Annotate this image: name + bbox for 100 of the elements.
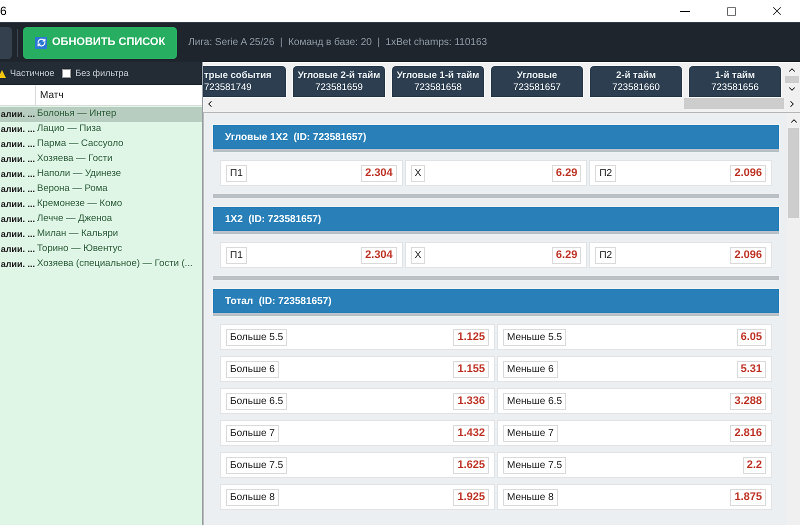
table-cell-text: Лечче — Дженоа [37, 212, 112, 226]
section-header: Угловые 1X2 (ID: 723581657) [213, 125, 779, 152]
table-cell-text: Парма — Сассуоло [37, 137, 124, 152]
info-text: Лига: Serie A 25/26 | Команд в базе: 20 | 1xBet champs: 110163 [188, 36, 488, 50]
table-cell-text: Лацио — Пиза [37, 122, 102, 136]
market-tab[interactable]: трые события 723581749 [203, 66, 286, 97]
table-cell-text: Хозяева (специальное) — Гости (... [37, 257, 193, 272]
market-tab[interactable]: Угловые 2-й тайм 723581659 [293, 66, 385, 97]
outcome-label: Больше 6.5 [226, 392, 288, 410]
outcome-label: Меньше 6.5 [503, 392, 566, 410]
outcome-label: X [410, 164, 426, 182]
odds-value: 5.31 [736, 360, 766, 378]
section-header: Тотал (ID: 723581657) [213, 289, 779, 316]
odds-value: 2.816 [730, 424, 766, 442]
odds-cell[interactable]: Больше 8 1.925 [220, 484, 495, 510]
market-tab[interactable]: Угловые 1-й тайм 723581658 [392, 66, 484, 97]
odds-value: 1.625 [453, 456, 489, 474]
outcome-label: Больше 7 [226, 424, 279, 442]
odds-cell[interactable]: Меньше 5.5 6.05 [497, 324, 772, 350]
table-cell-text: алии. ... [0, 212, 36, 226]
section-header: 1X2 (ID: 723581657) [213, 207, 779, 234]
odds-cell[interactable]: Больше 6 1.155 [220, 356, 495, 382]
filter-label: Без фильтра [75, 66, 128, 80]
outcome-label: П2 [595, 246, 616, 264]
scroll-thumb[interactable] [784, 76, 798, 83]
odds-value: 2.096 [730, 164, 766, 182]
odds-cell[interactable]: П1 2.304 [220, 242, 403, 268]
table-cell-text: алии. ... [0, 122, 36, 136]
odds-cell[interactable]: Больше 7.5 1.625 [220, 452, 495, 478]
odds-value: 1.875 [730, 488, 766, 506]
odds-value: 1.336 [453, 392, 489, 410]
minimize-icon [680, 10, 690, 12]
table-cell-text: алии. ... [0, 152, 36, 166]
table-row[interactable]: алии. ... Болонья — Интер [0, 107, 202, 122]
outcome-label: П1 [226, 246, 247, 264]
outcome-label: Больше 8 [226, 488, 279, 506]
table-cell-text: алии. ... [0, 228, 36, 241]
outcome-label: Меньше 7.5 [503, 456, 566, 474]
vertical-scrollbar[interactable] [787, 113, 800, 525]
window-title: 6 [0, 3, 7, 20]
outcome-label: Больше 6 [226, 360, 279, 378]
odds-value: 2.304 [361, 246, 397, 264]
market-tab[interactable]: 1-й тайм 723581656 [689, 66, 781, 97]
outcome-label: Больше 5.5 [226, 328, 288, 346]
odds-value: 2.096 [730, 246, 766, 264]
odds-value: 1.432 [453, 424, 489, 442]
odds-value: 3.288 [730, 392, 766, 410]
table-cell-text: алии. ... [0, 108, 36, 121]
table-cell-text: Кремонезе — Комо [37, 197, 122, 212]
odds-cell[interactable]: Больше 6.5 1.336 [220, 388, 495, 414]
table-cell-text: алии. ... [0, 258, 36, 271]
table-cell-text: Наполи — Удинезе [37, 167, 121, 182]
outcome-label: Меньше 7 [503, 424, 558, 442]
odds-value: 6.29 [552, 246, 582, 264]
table-cell-text: алии. ... [0, 198, 36, 211]
scroll-thumb[interactable] [684, 98, 784, 109]
table-cell-text: Хозяева — Гости [37, 152, 112, 166]
toolbar-button[interactable] [0, 26, 12, 58]
odds-cell[interactable]: Больше 5.5 1.125 [220, 324, 495, 350]
odds-cell[interactable]: Меньше 7.5 2.2 [497, 452, 772, 478]
odds-value: 1.125 [453, 328, 489, 346]
filter-label: Частичное [10, 66, 54, 80]
filter-checkbox[interactable] [62, 69, 72, 78]
table-cell-text: алии. ... [0, 138, 36, 151]
table-cell-text: алии. ... [0, 242, 36, 256]
table-cell-text: алии. ... [0, 182, 36, 196]
odds-cell[interactable]: X 6.29 [404, 242, 588, 268]
odds-cell[interactable]: Больше 7 1.432 [220, 420, 495, 446]
column-header: Матч [39, 88, 64, 102]
odds-cell[interactable]: Меньше 6.5 3.288 [497, 388, 772, 414]
odds-value: 6.05 [736, 328, 766, 346]
odds-value: 1.925 [453, 488, 489, 506]
table-cell-text: алии. ... [0, 168, 36, 181]
odds-value: 6.29 [552, 164, 582, 182]
outcome-label: Больше 7.5 [226, 456, 288, 474]
market-tab[interactable]: Угловые 723581657 [491, 66, 583, 97]
odds-cell[interactable]: Меньше 7 2.816 [497, 420, 772, 446]
market-tab[interactable]: 2-й тайм 723581660 [590, 66, 682, 97]
table-cell-text: Болонья — Интер [37, 107, 116, 122]
outcome-label: П2 [595, 164, 616, 182]
outcome-label: П1 [226, 164, 247, 182]
table-cell-text: Торино — Ювентус [37, 242, 122, 256]
scroll-thumb[interactable] [788, 128, 799, 218]
outcome-label: Меньше 6 [503, 360, 558, 378]
outcome-label: X [410, 246, 426, 264]
table-cell-text: Милан — Кальяри [37, 227, 118, 242]
table-cell-text: Верона — Рома [37, 182, 108, 196]
odds-cell[interactable]: П2 2.096 [589, 242, 772, 268]
odds-value: 1.155 [453, 360, 489, 378]
odds-cell[interactable]: Меньше 6 5.31 [497, 356, 772, 382]
odds-cell[interactable]: П2 2.096 [589, 160, 772, 186]
warning-icon [0, 70, 6, 78]
outcome-label: Меньше 5.5 [503, 328, 566, 346]
odds-cell[interactable]: Меньше 8 1.875 [497, 484, 772, 510]
refresh-icon [35, 36, 47, 48]
odds-value: 2.2 [742, 456, 766, 474]
odds-cell[interactable]: X 6.29 [404, 160, 588, 186]
maximize-icon [726, 6, 736, 16]
odds-cell[interactable]: П1 2.304 [220, 160, 403, 186]
odds-value: 2.304 [361, 164, 397, 182]
